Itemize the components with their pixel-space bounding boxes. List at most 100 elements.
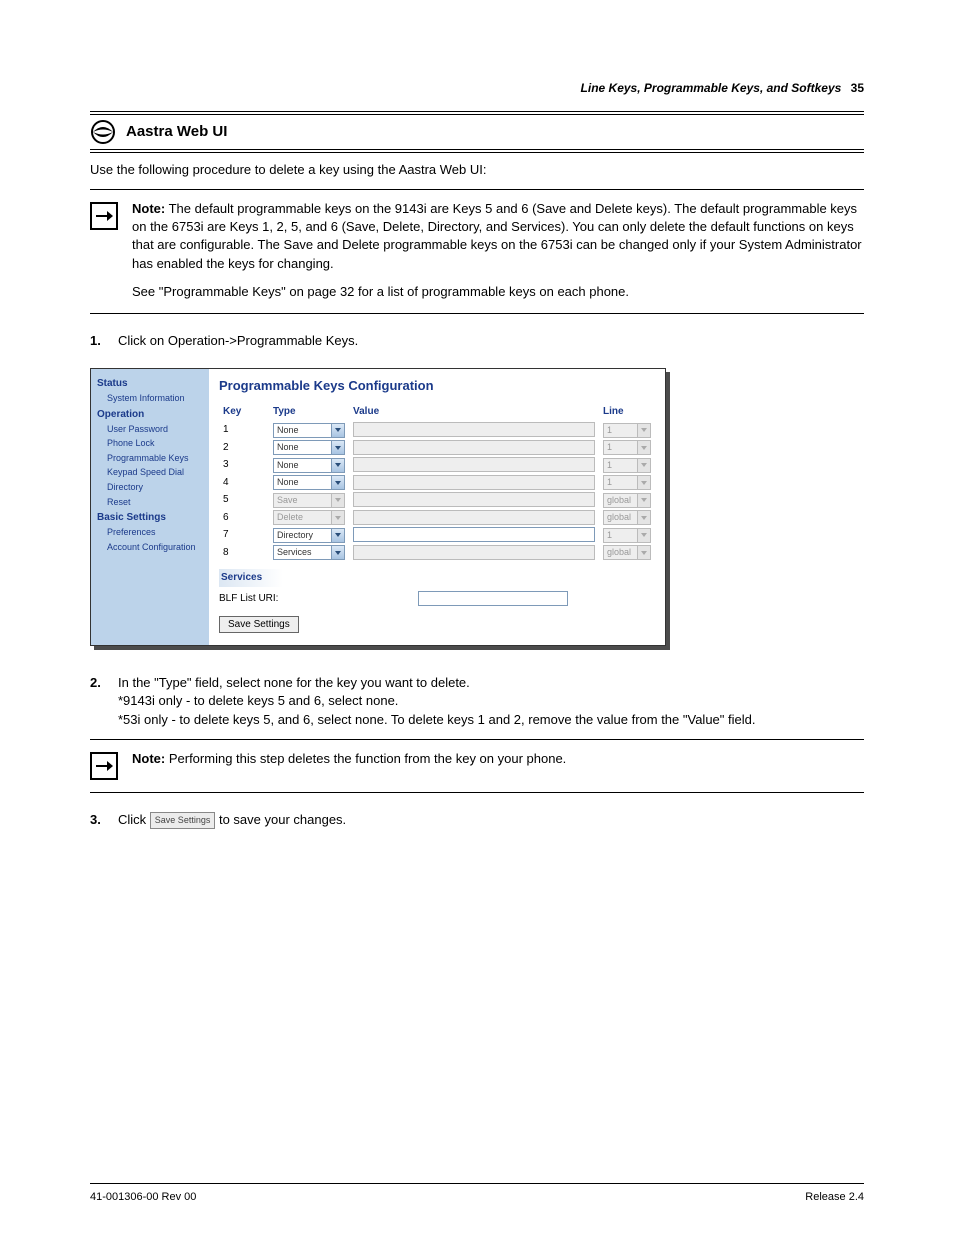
- line-select: 1: [603, 458, 638, 473]
- value-input: [353, 457, 595, 472]
- cell-key: 7: [219, 526, 269, 544]
- page-footer: 41-001306-00 Rev 00 Release 2.4: [90, 1183, 864, 1205]
- sidebar-group-basic: Basic Settings: [97, 511, 205, 525]
- chevron-down-icon: [638, 493, 651, 508]
- sidebar-item-progkeys[interactable]: Programmable Keys: [107, 451, 205, 466]
- chevron-down-icon: [638, 528, 651, 543]
- col-type: Type: [269, 403, 349, 421]
- ui-title: Programmable Keys Configuration: [219, 377, 655, 395]
- chevron-down-icon[interactable]: [332, 440, 345, 455]
- type-select[interactable]: Services: [273, 545, 332, 560]
- step3b: to save your changes.: [219, 812, 346, 827]
- sidebar-item-reset[interactable]: Reset: [107, 495, 205, 510]
- table-row: 1 None 1: [219, 421, 655, 439]
- section-header: Aastra Web UI: [90, 111, 864, 153]
- sidebar-item-keypad[interactable]: Keypad Speed Dial: [107, 465, 205, 480]
- sidebar-item-userpw[interactable]: User Password: [107, 422, 205, 437]
- step3a: Click: [118, 812, 146, 827]
- table-row: 3None1: [219, 456, 655, 474]
- type-select[interactable]: Directory: [273, 528, 332, 543]
- step-num: 2.: [90, 674, 108, 729]
- note1-ref: See "Programmable Keys" on page 32 for a…: [132, 283, 864, 301]
- ui-table: Key Type Value Line 1None12None13None14N…: [219, 403, 655, 561]
- step-num: 3.: [90, 811, 108, 829]
- line-select: 1: [603, 475, 638, 490]
- arrow-right-icon: [90, 202, 118, 230]
- line-select: global: [603, 493, 638, 508]
- sidebar-group-status: Status: [97, 377, 205, 391]
- table-row: 2 None 1: [219, 439, 655, 457]
- type-select[interactable]: None: [273, 475, 332, 490]
- sidebar-item-account[interactable]: Account Configuration: [107, 540, 205, 555]
- step-text: Click on Operation->Programmable Keys.: [118, 332, 358, 350]
- cell-key: 8: [219, 544, 269, 562]
- chevron-down-icon: [638, 545, 651, 560]
- chevron-down-icon[interactable]: [332, 545, 345, 560]
- sidebar-group-operation: Operation: [97, 408, 205, 422]
- sidebar-item-directory[interactable]: Directory: [107, 480, 205, 495]
- blf-input[interactable]: [418, 591, 568, 606]
- value-input[interactable]: [353, 527, 595, 542]
- line-select: 1: [603, 528, 638, 543]
- type-select: Save: [273, 493, 332, 508]
- globe-icon: [90, 119, 116, 145]
- section-label: Aastra Web UI: [126, 121, 227, 142]
- intro-text: Use the following procedure to delete a …: [90, 161, 864, 179]
- value-input: [353, 422, 595, 437]
- chevron-down-icon: [332, 510, 345, 525]
- table-row: 7 Directory 1: [219, 526, 655, 544]
- chevron-down-icon: [638, 440, 651, 455]
- col-key: Key: [219, 403, 269, 421]
- page-header: Line Keys, Programmable Keys, and Softke…: [90, 80, 864, 97]
- step-3: 3. Click Save Settings to save your chan…: [90, 811, 864, 829]
- table-row: 4None1: [219, 474, 655, 492]
- note1-lead: Note:: [132, 201, 165, 216]
- col-line: Line: [599, 403, 655, 421]
- sidebar-item-sysinfo[interactable]: System Information: [107, 391, 205, 406]
- value-input: [353, 440, 595, 455]
- cell-key: 2: [219, 439, 269, 457]
- cell-key: 1: [219, 421, 269, 439]
- line-select: global: [603, 510, 638, 525]
- cell-key: 6: [219, 509, 269, 527]
- ui-main: Programmable Keys Configuration Key Type…: [209, 369, 665, 645]
- chevron-down-icon[interactable]: [332, 475, 345, 490]
- sidebar-item-prefs[interactable]: Preferences: [107, 525, 205, 540]
- chevron-down-icon[interactable]: [332, 528, 345, 543]
- chevron-down-icon[interactable]: [332, 423, 345, 438]
- value-input: [353, 545, 595, 560]
- chevron-down-icon: [332, 493, 345, 508]
- cell-key: 5: [219, 491, 269, 509]
- footer-left: 41-001306-00 Rev 00: [90, 1190, 196, 1205]
- value-input: [353, 510, 595, 525]
- note2-lead: Note:: [132, 751, 165, 766]
- step-2: 2. In the "Type" field, select none for …: [90, 674, 864, 729]
- table-row: 5 Save global: [219, 491, 655, 509]
- line-select: 1: [603, 423, 638, 438]
- line-select: 1: [603, 440, 638, 455]
- chevron-down-icon: [638, 475, 651, 490]
- type-select[interactable]: None: [273, 423, 332, 438]
- note2-body: Performing this step deletes the functio…: [169, 751, 566, 766]
- step-1: 1. Click on Operation->Programmable Keys…: [90, 332, 864, 350]
- arrow-right-icon: [90, 752, 118, 780]
- step2c: *53i only - to delete keys 5, and 6, sel…: [118, 711, 755, 729]
- sidebar-item-phonelock[interactable]: Phone Lock: [107, 436, 205, 451]
- chevron-down-icon: [638, 423, 651, 438]
- step2b: *9143i only - to delete keys 5 and 6, se…: [118, 692, 755, 710]
- note-block-2: Note: Performing this step deletes the f…: [90, 739, 864, 793]
- note1-body: The default programmable keys on the 914…: [132, 201, 862, 271]
- save-settings-button[interactable]: Save Settings: [219, 616, 299, 633]
- chevron-down-icon[interactable]: [332, 458, 345, 473]
- step2a: In the "Type" field, select none for the…: [118, 674, 755, 692]
- ui-sidebar: Status System Information Operation User…: [91, 369, 209, 645]
- table-row: 8Servicesglobal: [219, 544, 655, 562]
- type-select[interactable]: None: [273, 440, 332, 455]
- type-select[interactable]: None: [273, 458, 332, 473]
- header-page: 35: [851, 81, 864, 95]
- blf-label: BLF List URI:: [219, 592, 278, 606]
- save-settings-inline-button: Save Settings: [150, 812, 216, 829]
- ui-screenshot: Status System Information Operation User…: [90, 368, 666, 646]
- table-row: 6Deleteglobal: [219, 509, 655, 527]
- chevron-down-icon: [638, 458, 651, 473]
